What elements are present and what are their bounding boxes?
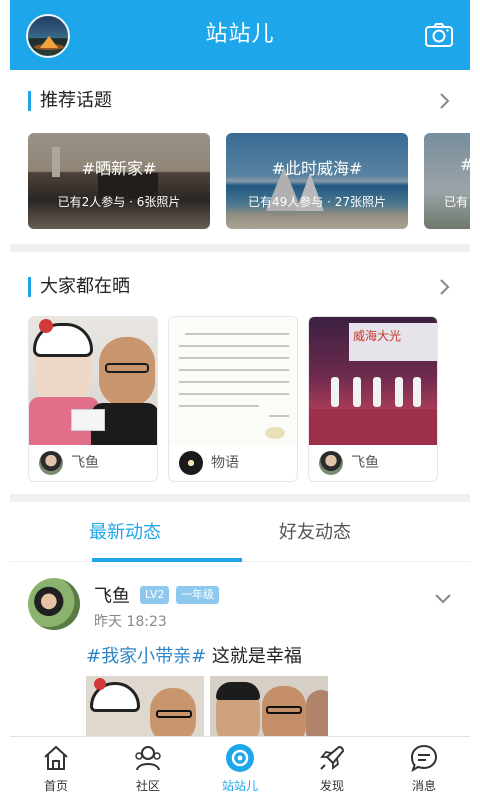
photo-image: 威海大光 bbox=[309, 317, 437, 445]
chevron-right-icon[interactable] bbox=[436, 93, 452, 109]
post-image[interactable] bbox=[210, 676, 328, 736]
topic-tag: #此时威海# bbox=[271, 159, 363, 178]
post-author-avatar[interactable] bbox=[28, 578, 80, 630]
rocket-icon bbox=[320, 745, 345, 770]
tab-friends[interactable]: 好友动态 bbox=[200, 506, 430, 562]
sharing-title: 大家都在晒 bbox=[40, 276, 130, 297]
recommended-header[interactable]: 推荐话题 bbox=[10, 80, 470, 120]
photo-carousel[interactable]: 飞鱼 物语 威海大光 飞鱼 bbox=[28, 316, 470, 482]
chevron-right-icon[interactable] bbox=[436, 279, 452, 295]
bottom-nav: 首页 社区 站站儿 发现 消息 bbox=[10, 736, 470, 800]
post-author-name[interactable]: 飞鱼 bbox=[94, 582, 130, 608]
nav-label: 站站儿 bbox=[221, 779, 258, 793]
nav-community[interactable]: 社区 bbox=[102, 737, 194, 800]
photo-image bbox=[169, 317, 297, 445]
grade-badge: 一年级 bbox=[176, 586, 219, 604]
photo-card[interactable]: 威海大光 飞鱼 bbox=[308, 316, 438, 482]
divider bbox=[10, 244, 470, 252]
recommended-title: 推荐话题 bbox=[40, 90, 112, 111]
camera-icon[interactable] bbox=[424, 22, 454, 48]
user-name: 飞鱼 bbox=[71, 455, 99, 471]
user-name: 物语 bbox=[211, 455, 239, 471]
post-image[interactable] bbox=[86, 676, 204, 736]
user-avatar[interactable] bbox=[179, 451, 203, 475]
sharing-header[interactable]: 大家都在晒 bbox=[10, 266, 470, 306]
post-body: 这就是幸福 bbox=[206, 646, 302, 667]
topic-meta: 已有 bbox=[444, 195, 469, 209]
post-hashtag[interactable]: #我家小带亲# bbox=[86, 646, 206, 667]
nav-label: 社区 bbox=[135, 779, 160, 793]
user-avatar[interactable] bbox=[319, 451, 343, 475]
active-tab-indicator bbox=[92, 558, 242, 562]
home-icon bbox=[44, 745, 68, 770]
topic-card[interactable]: # 已有 bbox=[424, 133, 470, 229]
user-name: 飞鱼 bbox=[351, 455, 379, 471]
nav-discover[interactable]: 发现 bbox=[286, 737, 378, 800]
topic-meta: 已有49人参与 · 27张照片 bbox=[248, 195, 386, 209]
level-badge: LV2 bbox=[140, 586, 170, 604]
section-accent-bar bbox=[28, 91, 31, 111]
section-accent-bar bbox=[28, 277, 31, 297]
topic-card[interactable]: #此时威海# 已有49人参与 · 27张照片 bbox=[226, 133, 408, 229]
camera-app-icon bbox=[226, 744, 254, 772]
nav-home[interactable]: 首页 bbox=[10, 737, 102, 800]
topic-tag: # bbox=[460, 155, 470, 174]
photo-card[interactable]: 物语 bbox=[168, 316, 298, 482]
post-content: #我家小带亲# 这就是幸福 bbox=[86, 642, 302, 668]
nav-label: 首页 bbox=[43, 779, 68, 793]
nav-label: 发现 bbox=[319, 779, 344, 793]
nav-messages[interactable]: 消息 bbox=[378, 737, 470, 800]
top-bar: 站站儿 bbox=[10, 0, 470, 70]
chevron-down-icon[interactable] bbox=[434, 592, 452, 606]
community-icon bbox=[135, 746, 161, 771]
topic-tag: #晒新家# bbox=[81, 159, 157, 178]
divider bbox=[10, 494, 470, 502]
stage-banner-text: 威海大光 bbox=[353, 329, 402, 343]
topic-card[interactable]: #晒新家# 已有2人参与 · 6张照片 bbox=[28, 133, 210, 229]
photo-image bbox=[29, 317, 157, 445]
photo-card[interactable]: 飞鱼 bbox=[28, 316, 158, 482]
topic-meta: 已有2人参与 · 6张照片 bbox=[57, 195, 181, 209]
nav-label: 消息 bbox=[411, 779, 436, 793]
user-avatar[interactable] bbox=[39, 451, 63, 475]
message-icon bbox=[410, 744, 438, 773]
post-timestamp: 昨天 18:23 bbox=[94, 614, 167, 630]
feed-tabs: 最新动态 好友动态 bbox=[10, 506, 470, 562]
nav-zhanzhaner[interactable]: 站站儿 bbox=[194, 737, 286, 800]
app-frame: 站站儿 推荐话题 #晒新家# 已有2人参与 · 6张照片 #此时威海# 已有49… bbox=[10, 0, 470, 800]
app-title: 站站儿 bbox=[205, 22, 275, 47]
topic-carousel[interactable]: #晒新家# 已有2人参与 · 6张照片 #此时威海# 已有49人参与 · 27张… bbox=[28, 133, 470, 229]
